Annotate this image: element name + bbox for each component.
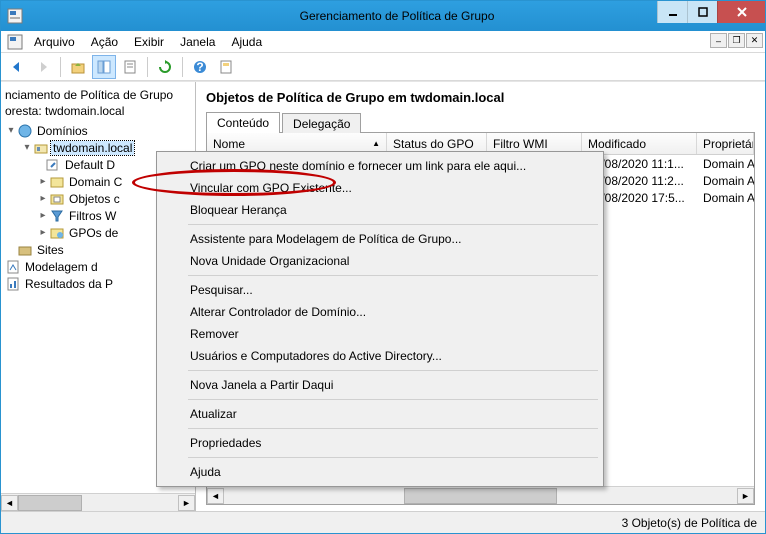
context-menu: Criar um GPO neste domínio e fornecer um… <box>156 151 604 487</box>
cm-assistente-modelagem[interactable]: Assistente para Modelagem de Política de… <box>160 228 600 250</box>
menu-ajuda[interactable]: Ajuda <box>224 33 269 51</box>
scroll-left-button[interactable]: ◄ <box>207 488 224 504</box>
tabs: Conteúdo Delegação <box>206 111 755 133</box>
cm-separator <box>188 457 598 458</box>
domain-icon <box>33 140 49 156</box>
help-button[interactable]: ? <box>188 55 212 79</box>
app-icon <box>1 8 29 24</box>
cm-separator <box>188 399 598 400</box>
scroll-thumb[interactable] <box>404 488 558 504</box>
mdi-restore-button[interactable]: ❐ <box>728 33 745 48</box>
up-folder-button[interactable] <box>66 55 90 79</box>
details-title: Objetos de Política de Grupo em twdomain… <box>200 86 761 109</box>
show-tree-button[interactable] <box>92 55 116 79</box>
mdi-icon <box>5 34 25 50</box>
starter-gpo-icon <box>49 225 65 241</box>
cm-propriedades[interactable]: Propriedades <box>160 432 600 454</box>
tree-hscrollbar[interactable]: ◄ ► <box>1 493 195 511</box>
wmi-filter-icon <box>49 208 65 224</box>
gpo-container-icon <box>49 191 65 207</box>
domains-icon <box>17 123 33 139</box>
expand-icon[interactable]: ▸ <box>37 176 49 187</box>
status-text: 3 Objeto(s) de Política de <box>622 516 757 530</box>
cm-separator <box>188 370 598 371</box>
menubar: Arquivo Ação Exibir Janela Ajuda – ❐ ✕ <box>1 31 765 53</box>
menu-acao[interactable]: Ação <box>84 33 125 51</box>
properties-icon[interactable] <box>118 55 142 79</box>
cm-pesquisar[interactable]: Pesquisar... <box>160 279 600 301</box>
mdi-minimize-button[interactable]: – <box>710 33 727 48</box>
scroll-thumb[interactable] <box>18 495 82 511</box>
tree-forest: oresta: twdomain.local <box>1 104 195 122</box>
back-button[interactable] <box>5 55 29 79</box>
cm-separator <box>188 428 598 429</box>
titlebar: Gerenciamento de Política de Grupo <box>1 1 765 31</box>
minimize-button[interactable] <box>657 1 687 23</box>
tab-delegacao[interactable]: Delegação <box>282 113 361 134</box>
expand-icon[interactable]: ▸ <box>37 193 49 204</box>
options-button[interactable] <box>214 55 238 79</box>
scroll-right-button[interactable]: ► <box>737 488 754 504</box>
mdi-controls: – ❐ ✕ <box>710 33 763 48</box>
forward-button[interactable] <box>31 55 55 79</box>
window-title: Gerenciamento de Política de Grupo <box>29 9 765 23</box>
ou-icon <box>49 174 65 190</box>
list-hscrollbar[interactable]: ◄ ► <box>207 486 754 504</box>
cm-bloquear-heranca[interactable]: Bloquear Herança <box>160 199 600 221</box>
refresh-button[interactable] <box>153 55 177 79</box>
mdi-close-button[interactable]: ✕ <box>746 33 763 48</box>
tab-conteudo[interactable]: Conteúdo <box>206 112 280 133</box>
scroll-track[interactable] <box>224 488 737 504</box>
tree-node-dominios[interactable]: ▾ Domínios <box>1 122 195 139</box>
close-button[interactable] <box>717 1 765 23</box>
cm-ajuda[interactable]: Ajuda <box>160 461 600 483</box>
cm-criar-gpo[interactable]: Criar um GPO neste domínio e fornecer um… <box>160 155 600 177</box>
menu-exibir[interactable]: Exibir <box>127 33 171 51</box>
window-controls <box>657 1 765 23</box>
tree-heading: nciamento de Política de Grupo <box>1 86 195 104</box>
col-proprietario[interactable]: Proprietário <box>697 133 754 154</box>
cm-nova-ou[interactable]: Nova Unidade Organizacional <box>160 250 600 272</box>
cm-nova-janela[interactable]: Nova Janela a Partir Daqui <box>160 374 600 396</box>
statusbar: 3 Objeto(s) de Política de <box>1 511 765 533</box>
gpo-link-icon <box>45 157 61 173</box>
scroll-right-button[interactable]: ► <box>178 495 195 511</box>
svg-text:?: ? <box>196 60 203 74</box>
cm-remover[interactable]: Remover <box>160 323 600 345</box>
cm-usuarios-computadores[interactable]: Usuários e Computadores do Active Direct… <box>160 345 600 367</box>
menu-arquivo[interactable]: Arquivo <box>27 33 82 51</box>
menu-janela[interactable]: Janela <box>173 33 222 51</box>
cm-separator <box>188 275 598 276</box>
results-icon <box>5 276 21 292</box>
expand-icon[interactable]: ▸ <box>37 210 49 221</box>
cm-vincular-gpo[interactable]: Vincular com GPO Existente... <box>160 177 600 199</box>
expand-icon[interactable]: ▸ <box>37 227 49 238</box>
app-window: Gerenciamento de Política de Grupo Arqui… <box>0 0 766 534</box>
cm-atualizar[interactable]: Atualizar <box>160 403 600 425</box>
cm-separator <box>188 224 598 225</box>
sort-asc-icon: ▲ <box>372 139 380 148</box>
maximize-button[interactable] <box>687 1 717 23</box>
toolbar: ? <box>1 53 765 81</box>
collapse-icon[interactable]: ▾ <box>21 142 33 153</box>
modeling-icon <box>5 259 21 275</box>
scroll-left-button[interactable]: ◄ <box>1 495 18 511</box>
sites-icon <box>17 242 33 258</box>
cm-alterar-dc[interactable]: Alterar Controlador de Domínio... <box>160 301 600 323</box>
scroll-track[interactable] <box>18 495 178 511</box>
collapse-icon[interactable]: ▾ <box>5 125 17 136</box>
